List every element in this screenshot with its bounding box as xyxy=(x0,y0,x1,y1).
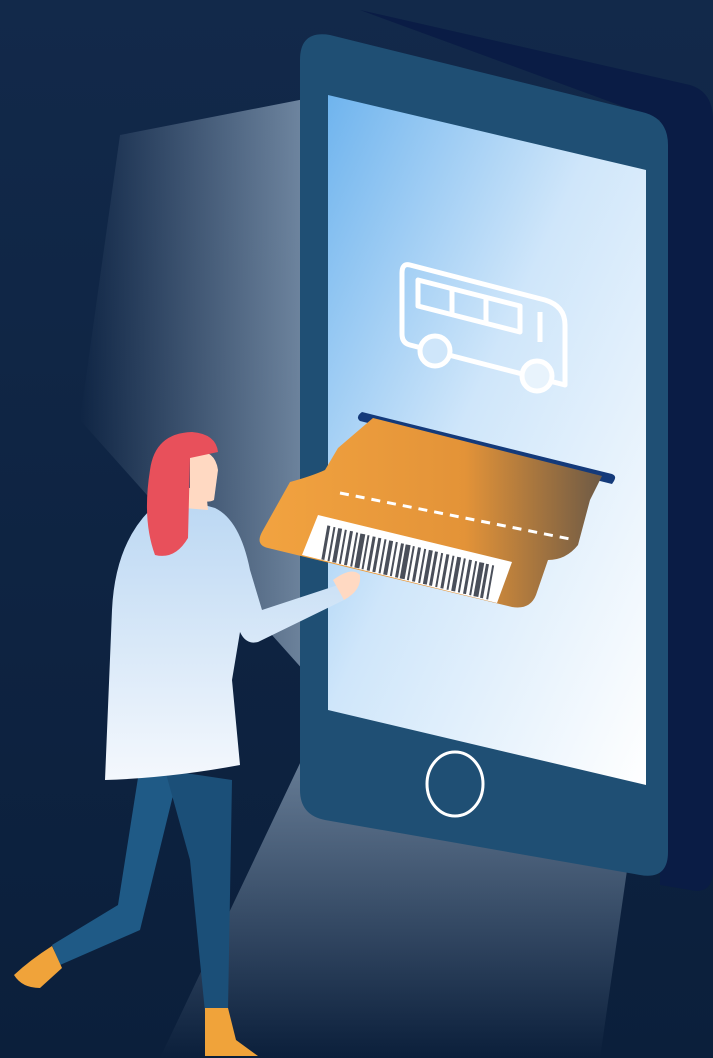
illustration xyxy=(0,0,713,1058)
